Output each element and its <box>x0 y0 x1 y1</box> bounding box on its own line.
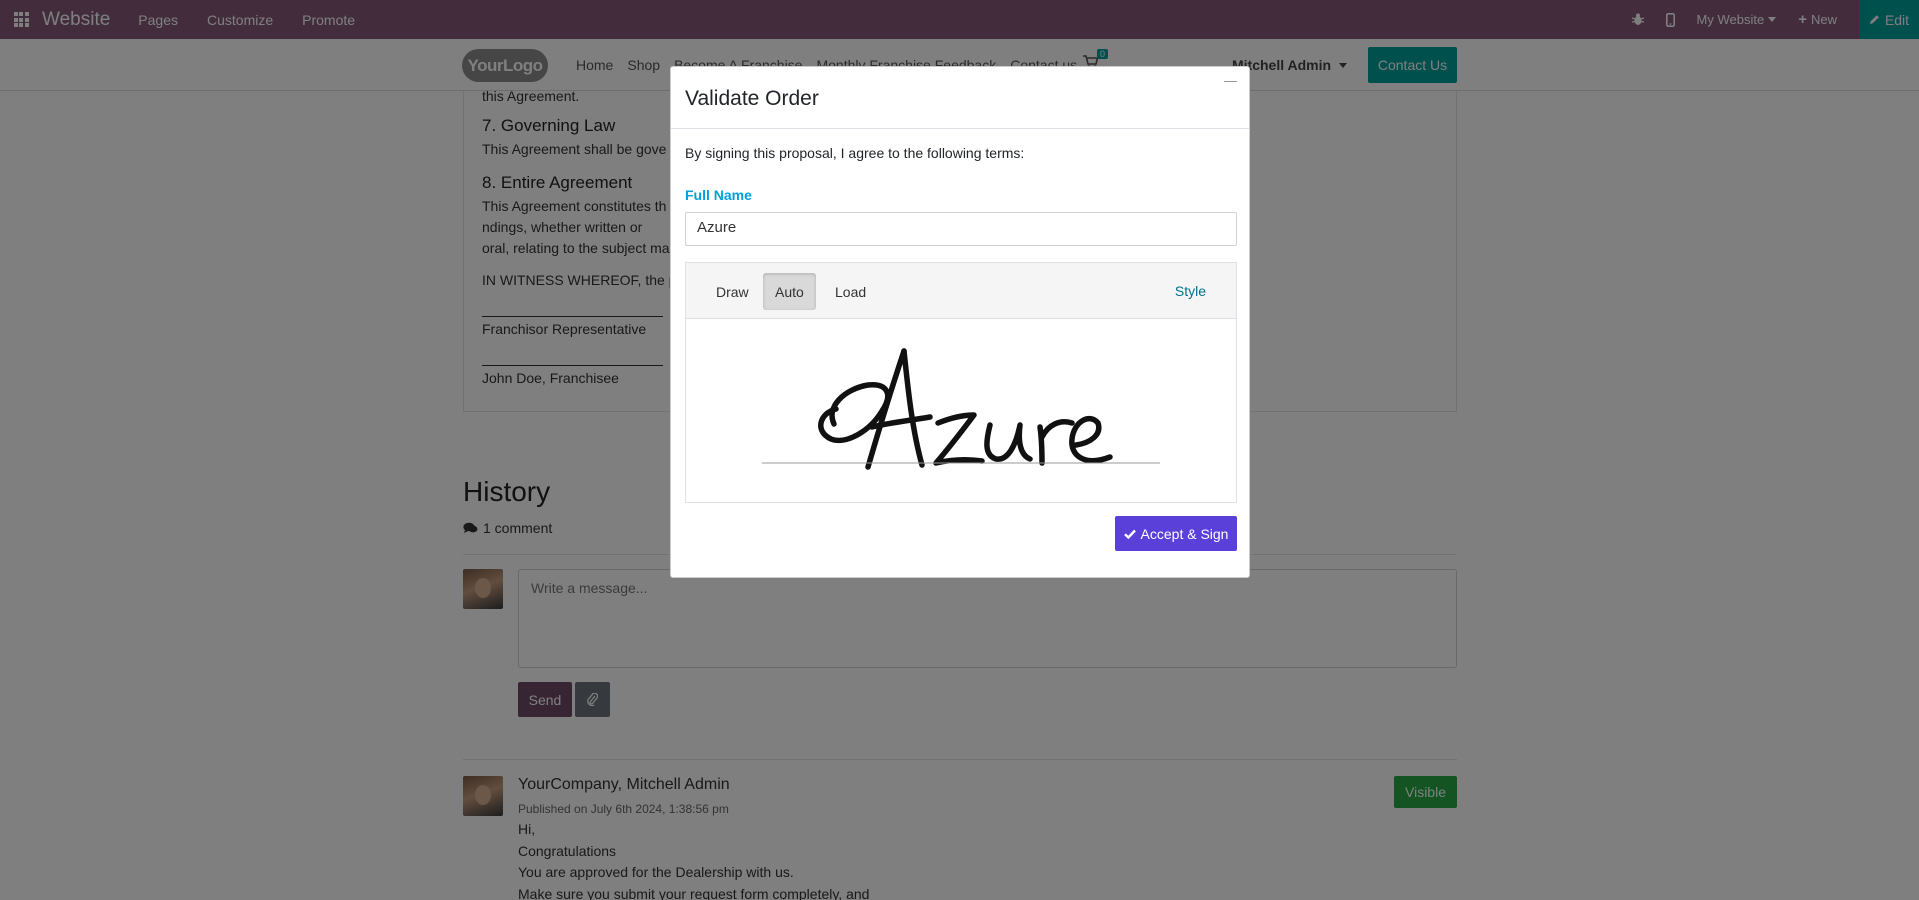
signature-toolbar: Draw Auto Load Style <box>686 263 1236 319</box>
check-icon <box>1123 529 1136 539</box>
full-name-input[interactable]: Azure <box>685 212 1237 246</box>
style-link[interactable]: Style <box>1175 283 1206 299</box>
signature-widget: Draw Auto Load Style <box>685 262 1237 503</box>
tab-auto[interactable]: Auto <box>763 273 816 310</box>
close-button[interactable]: — <box>1224 73 1237 88</box>
dialog-intro-text: By signing this proposal, I agree to the… <box>685 145 1025 161</box>
tab-load[interactable]: Load <box>823 273 878 310</box>
validate-order-dialog: Validate Order — By signing this proposa… <box>670 66 1250 578</box>
full-name-label: Full Name <box>685 187 752 203</box>
accept-label: Accept & Sign <box>1140 525 1229 542</box>
dialog-header: Validate Order — <box>671 67 1249 129</box>
signature-drawing <box>762 348 1160 470</box>
tab-draw[interactable]: Draw <box>704 273 761 310</box>
dialog-title: Validate Order <box>685 87 819 110</box>
accept-and-sign-button[interactable]: Accept & Sign <box>1115 516 1237 551</box>
signature-canvas[interactable] <box>686 319 1236 502</box>
